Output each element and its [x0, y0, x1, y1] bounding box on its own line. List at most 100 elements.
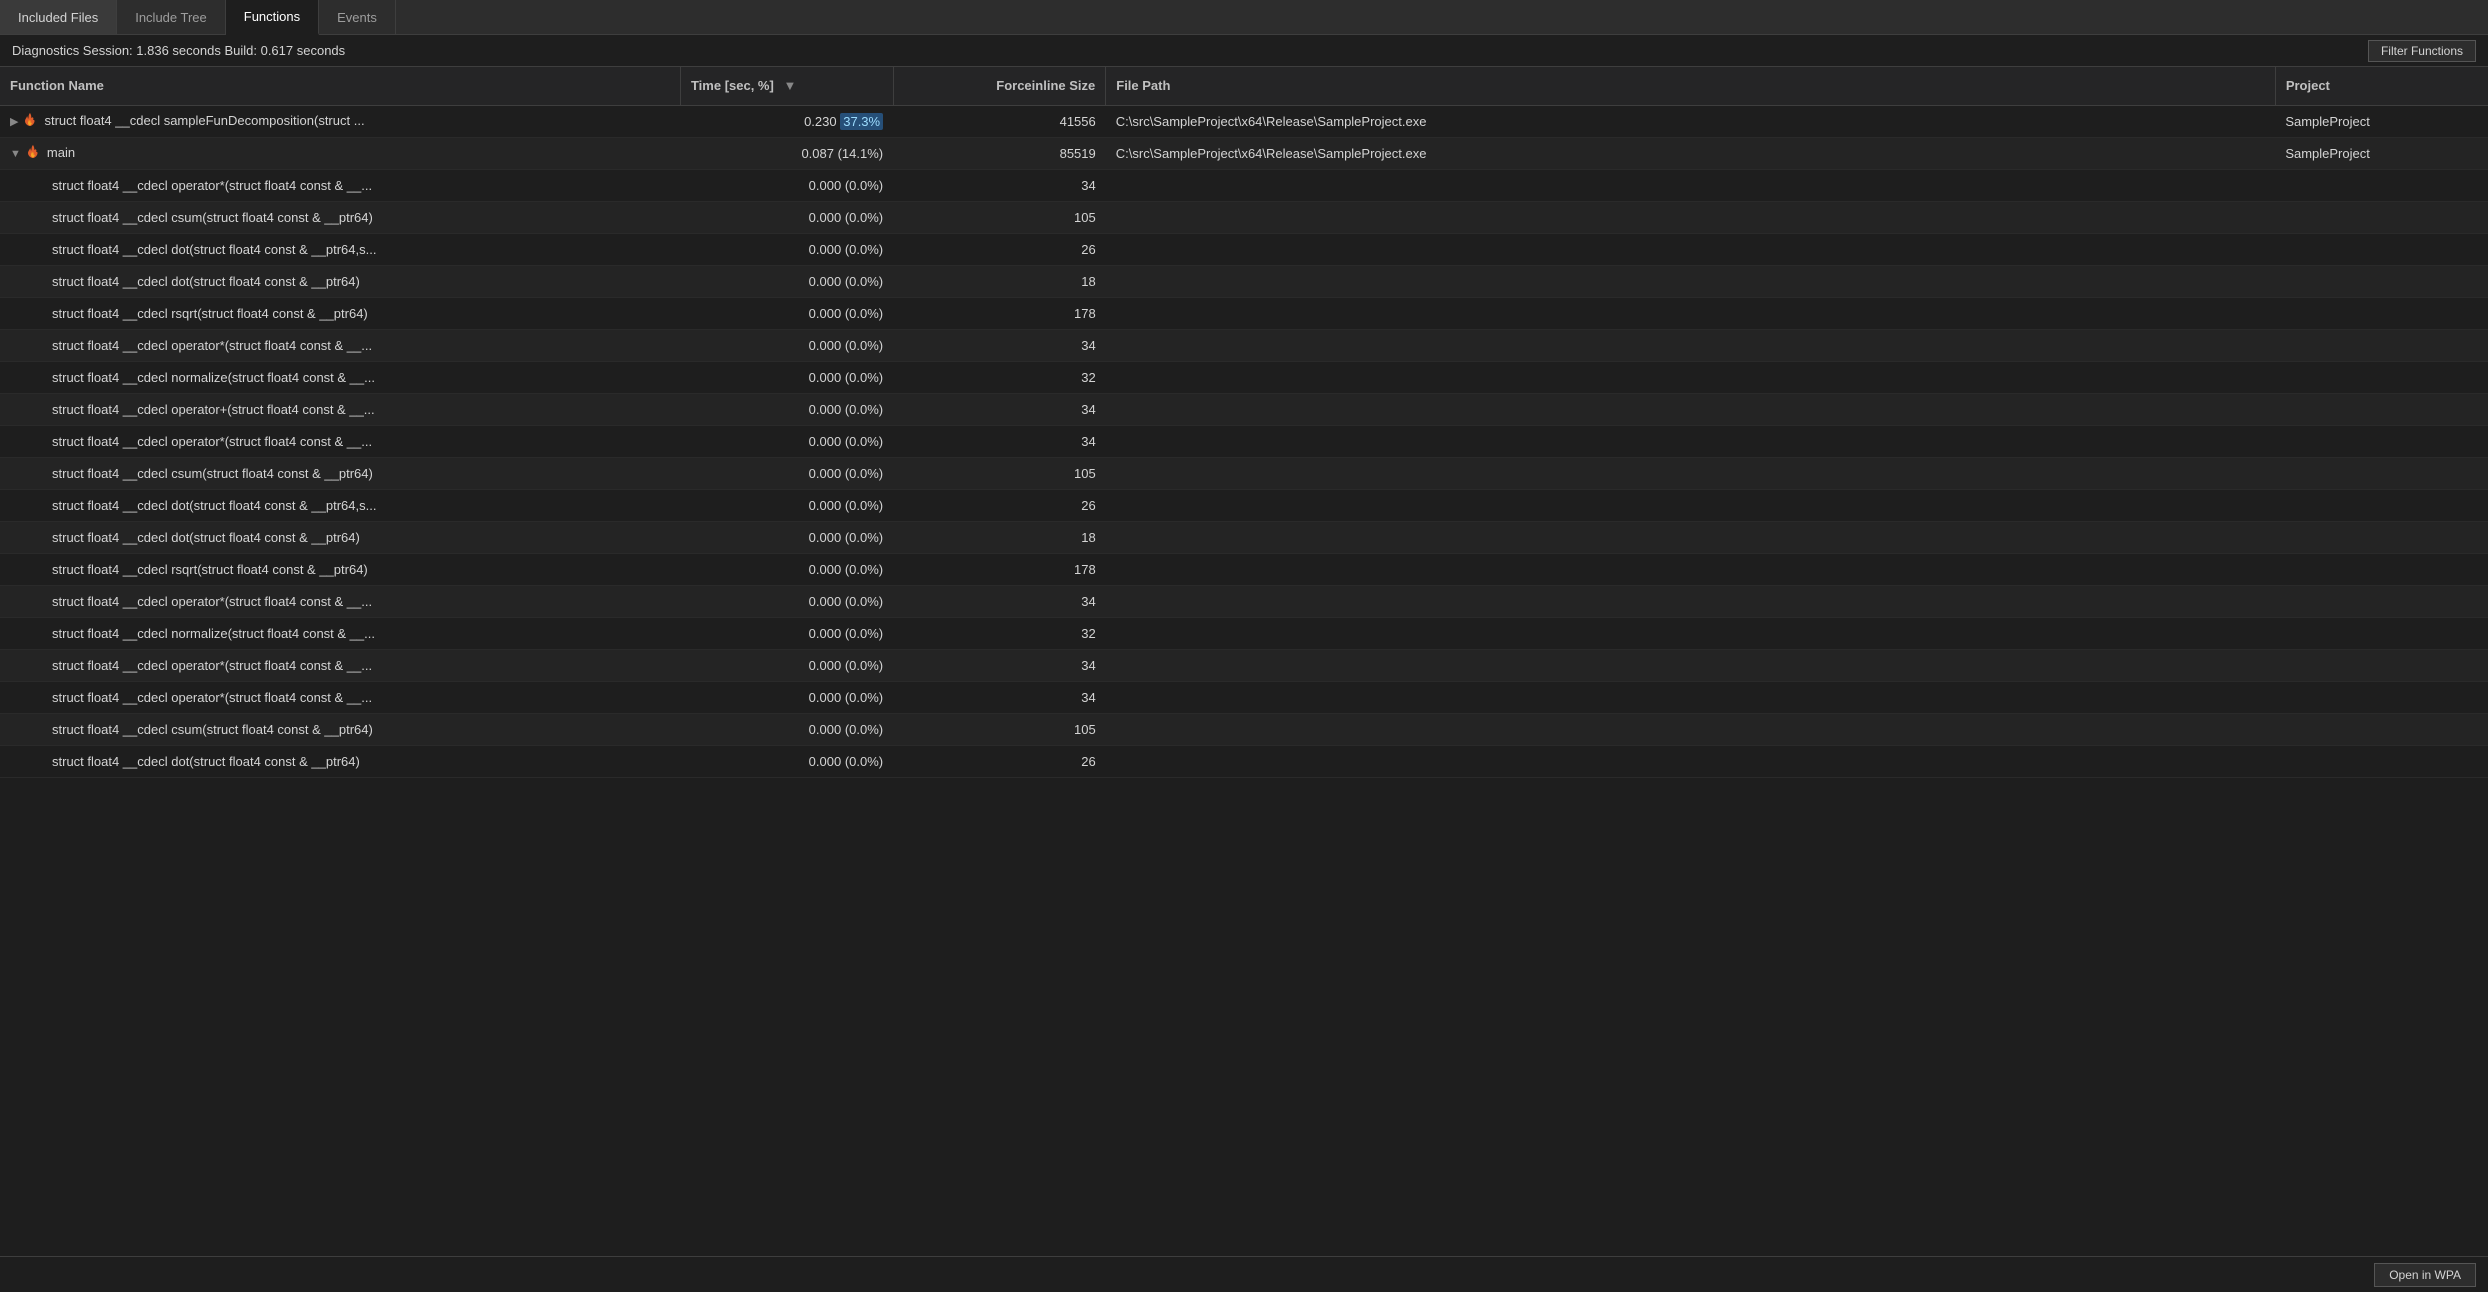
cell-name: struct float4 __cdecl operator*(struct f…	[0, 425, 680, 457]
filter-functions-button[interactable]: Filter Functions	[2368, 40, 2476, 62]
time-value: 0.000 (0.0%)	[809, 722, 883, 737]
cell-time: 0.000 (0.0%)	[680, 489, 893, 521]
cell-project	[2275, 521, 2488, 553]
cell-project	[2275, 489, 2488, 521]
time-value: 0.000 (0.0%)	[809, 370, 883, 385]
table-row[interactable]: ▼ main0.087 (14.1%)85519C:\src\SamplePro…	[0, 137, 2488, 169]
tab-included-files[interactable]: Included Files	[0, 0, 117, 34]
cell-time: 0.000 (0.0%)	[680, 201, 893, 233]
function-name: struct float4 __cdecl dot(struct float4 …	[52, 498, 376, 513]
cell-project: SampleProject	[2275, 105, 2488, 137]
table-row[interactable]: struct float4 __cdecl normalize(struct f…	[0, 361, 2488, 393]
cell-force: 34	[893, 393, 1106, 425]
cell-force: 34	[893, 649, 1106, 681]
cell-path	[1106, 713, 2276, 745]
cell-name: struct float4 __cdecl dot(struct float4 …	[0, 745, 680, 777]
cell-time: 0.000 (0.0%)	[680, 553, 893, 585]
table-row[interactable]: struct float4 __cdecl csum(struct float4…	[0, 713, 2488, 745]
time-value: 0.087 (14.1%)	[801, 146, 883, 161]
table-row[interactable]: struct float4 __cdecl csum(struct float4…	[0, 457, 2488, 489]
table-row[interactable]: struct float4 __cdecl rsqrt(struct float…	[0, 553, 2488, 585]
tab-events[interactable]: Events	[319, 0, 396, 34]
cell-time: 0.000 (0.0%)	[680, 425, 893, 457]
cell-name: struct float4 __cdecl operator*(struct f…	[0, 329, 680, 361]
cell-project	[2275, 169, 2488, 201]
table-row[interactable]: struct float4 __cdecl rsqrt(struct float…	[0, 297, 2488, 329]
time-value: 0.000 (0.0%)	[809, 434, 883, 449]
cell-name: struct float4 __cdecl normalize(struct f…	[0, 361, 680, 393]
function-name: struct float4 __cdecl operator*(struct f…	[52, 434, 372, 449]
cell-path	[1106, 169, 2276, 201]
cell-force: 26	[893, 745, 1106, 777]
cell-time: 0.087 (14.1%)	[680, 137, 893, 169]
column-header-name[interactable]: Function Name	[0, 67, 680, 105]
cell-name: struct float4 __cdecl operator*(struct f…	[0, 649, 680, 681]
cell-force: 178	[893, 297, 1106, 329]
cell-path	[1106, 233, 2276, 265]
table-row[interactable]: struct float4 __cdecl operator*(struct f…	[0, 425, 2488, 457]
cell-project	[2275, 681, 2488, 713]
table-row[interactable]: struct float4 __cdecl dot(struct float4 …	[0, 521, 2488, 553]
table-row[interactable]: struct float4 __cdecl operator*(struct f…	[0, 329, 2488, 361]
function-name: struct float4 __cdecl csum(struct float4…	[52, 210, 373, 225]
cell-project: SampleProject	[2275, 137, 2488, 169]
expand-icon[interactable]: ▶	[10, 115, 18, 128]
table-row[interactable]: struct float4 __cdecl dot(struct float4 …	[0, 745, 2488, 777]
column-header-path[interactable]: File Path	[1106, 67, 2276, 105]
cell-project	[2275, 713, 2488, 745]
cell-path	[1106, 457, 2276, 489]
cell-name: struct float4 __cdecl operator*(struct f…	[0, 585, 680, 617]
table-row[interactable]: struct float4 __cdecl dot(struct float4 …	[0, 489, 2488, 521]
cell-project	[2275, 745, 2488, 777]
tab-functions[interactable]: Functions	[226, 0, 319, 35]
table-row[interactable]: struct float4 __cdecl normalize(struct f…	[0, 617, 2488, 649]
cell-name: struct float4 __cdecl operator+(struct f…	[0, 393, 680, 425]
table-row[interactable]: struct float4 __cdecl operator*(struct f…	[0, 649, 2488, 681]
column-header-project[interactable]: Project	[2275, 67, 2488, 105]
cell-path	[1106, 329, 2276, 361]
function-name: struct float4 __cdecl operator*(struct f…	[52, 594, 372, 609]
cell-project	[2275, 425, 2488, 457]
cell-name: struct float4 __cdecl csum(struct float4…	[0, 713, 680, 745]
cell-force: 34	[893, 329, 1106, 361]
cell-path	[1106, 681, 2276, 713]
table-row[interactable]: struct float4 __cdecl operator*(struct f…	[0, 681, 2488, 713]
table-row[interactable]: struct float4 __cdecl dot(struct float4 …	[0, 233, 2488, 265]
table-row[interactable]: struct float4 __cdecl operator+(struct f…	[0, 393, 2488, 425]
tab-bar: Included FilesInclude TreeFunctionsEvent…	[0, 0, 2488, 35]
status-bar: Diagnostics Session: 1.836 seconds Build…	[0, 35, 2488, 67]
tab-include-tree[interactable]: Include Tree	[117, 0, 226, 34]
table-row[interactable]: struct float4 __cdecl operator*(struct f…	[0, 585, 2488, 617]
cell-path	[1106, 425, 2276, 457]
cell-time: 0.000 (0.0%)	[680, 617, 893, 649]
table-row[interactable]: struct float4 __cdecl dot(struct float4 …	[0, 265, 2488, 297]
cell-time: 0.000 (0.0%)	[680, 393, 893, 425]
cell-path	[1106, 297, 2276, 329]
cell-force: 18	[893, 521, 1106, 553]
pct-highlight: 37.3%	[840, 113, 883, 130]
cell-path	[1106, 201, 2276, 233]
table-row[interactable]: struct float4 __cdecl csum(struct float4…	[0, 201, 2488, 233]
cell-time: 0.000 (0.0%)	[680, 329, 893, 361]
column-header-time[interactable]: Time [sec, %] ▼	[680, 67, 893, 105]
cell-name: struct float4 __cdecl dot(struct float4 …	[0, 489, 680, 521]
open-in-wpa-button[interactable]: Open in WPA	[2374, 1263, 2476, 1287]
cell-time: 0.000 (0.0%)	[680, 713, 893, 745]
column-header-force[interactable]: Forceinline Size	[893, 67, 1106, 105]
cell-force: 105	[893, 713, 1106, 745]
cell-project	[2275, 649, 2488, 681]
cell-path: C:\src\SampleProject\x64\Release\SampleP…	[1106, 137, 2276, 169]
collapse-icon[interactable]: ▼	[10, 148, 21, 160]
cell-path: C:\src\SampleProject\x64\Release\SampleP…	[1106, 105, 2276, 137]
time-value: 0.000 (0.0%)	[809, 562, 883, 577]
table-row[interactable]: ▶ struct float4 __cdecl sampleFunDecompo…	[0, 105, 2488, 137]
table-row[interactable]: struct float4 __cdecl operator*(struct f…	[0, 169, 2488, 201]
time-value: 0.000 (0.0%)	[809, 658, 883, 673]
cell-time: 0.000 (0.0%)	[680, 265, 893, 297]
function-name: struct float4 __cdecl dot(struct float4 …	[52, 754, 360, 769]
cell-path	[1106, 553, 2276, 585]
cell-force: 34	[893, 425, 1106, 457]
cell-force: 34	[893, 585, 1106, 617]
table-header-row: Function Name Time [sec, %] ▼ Forceinlin…	[0, 67, 2488, 105]
cell-name: struct float4 __cdecl csum(struct float4…	[0, 201, 680, 233]
